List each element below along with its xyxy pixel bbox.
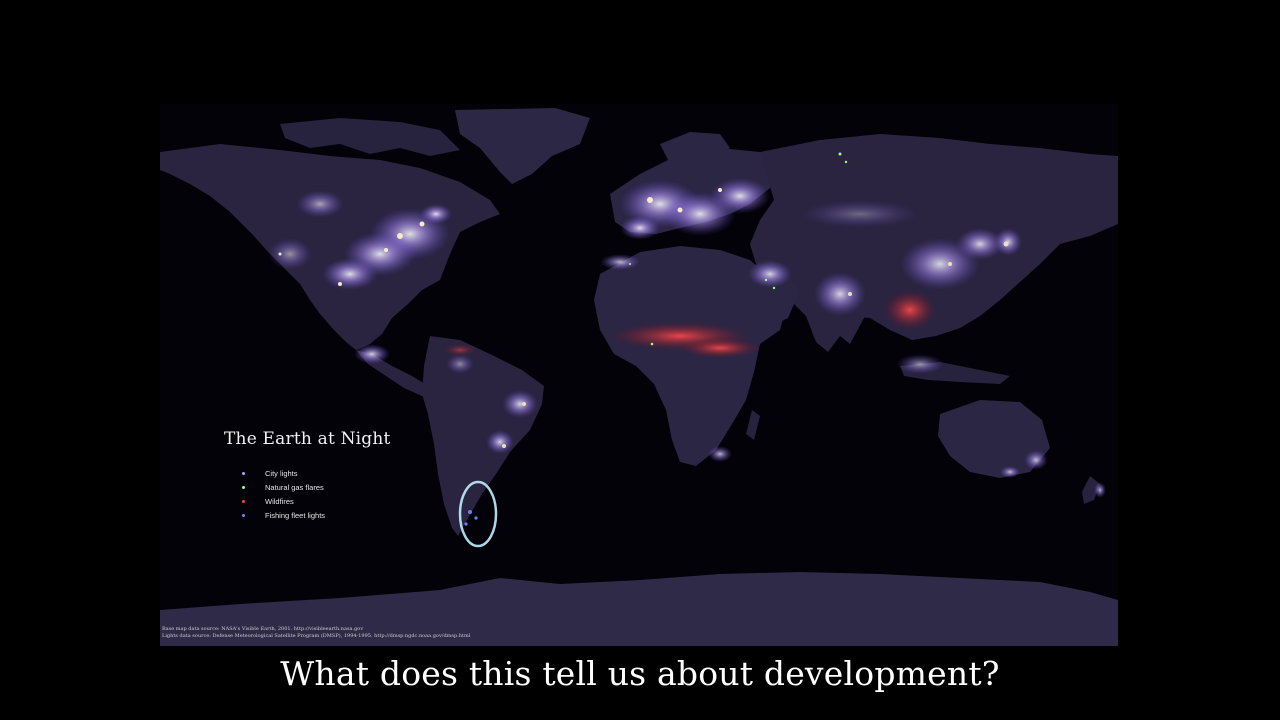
legend-label: Wildfires xyxy=(265,496,294,506)
legend-label: Natural gas flares xyxy=(265,482,324,492)
slide: The Earth at Night City lights Natural g… xyxy=(0,0,1280,720)
legend-item-wildfires: Wildfires xyxy=(234,494,325,508)
credit-line-base-map: Base map data source: NASA's Visible Ear… xyxy=(162,626,364,632)
legend-item-fishing-fleet: Fishing fleet lights xyxy=(234,508,325,522)
legend-item-gas-flares: Natural gas flares xyxy=(234,480,325,494)
map-legend: City lights Natural gas flares Wildfires… xyxy=(234,466,325,522)
wildfires-swatch xyxy=(242,499,245,503)
legend-label: City lights xyxy=(265,468,298,478)
map-graphic xyxy=(160,104,1118,646)
legend-item-city-lights: City lights xyxy=(234,466,325,480)
map-title: The Earth at Night xyxy=(224,429,391,449)
slide-caption: What does this tell us about development… xyxy=(280,654,1000,693)
gas-flares-swatch xyxy=(242,485,245,489)
map-credits: Base map data source: NASA's Visible Ear… xyxy=(162,626,470,640)
world-night-map: The Earth at Night City lights Natural g… xyxy=(160,104,1118,646)
city-lights-swatch xyxy=(242,471,245,475)
legend-label: Fishing fleet lights xyxy=(265,510,326,520)
fishing-fleet-swatch xyxy=(242,513,245,517)
credit-line-lights-data: Lights data source: Defense Meteorologic… xyxy=(162,633,471,639)
